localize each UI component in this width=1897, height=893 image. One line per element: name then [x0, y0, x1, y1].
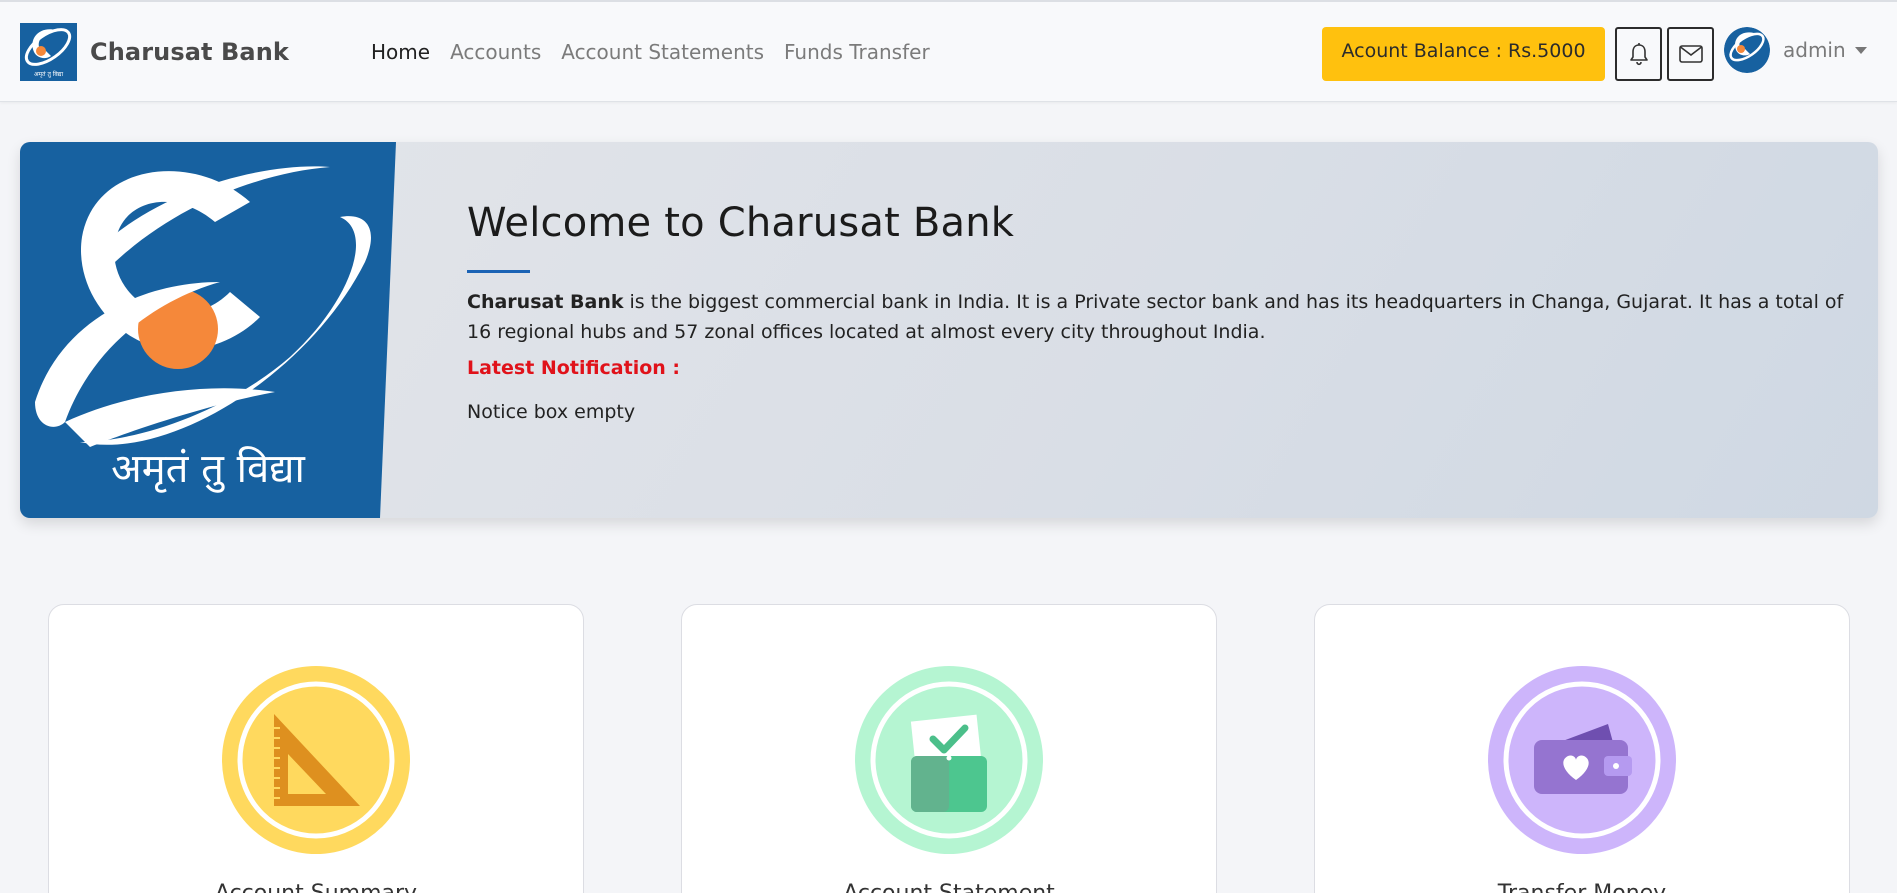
card-title: Account Summary: [49, 881, 583, 893]
user-dropdown[interactable]: admin: [1724, 27, 1867, 73]
account-statement-card[interactable]: Account Statement: [681, 604, 1217, 893]
latest-notification-label: Latest Notification :: [467, 357, 681, 379]
nav-link-funds-transfer[interactable]: Funds Transfer: [784, 40, 930, 64]
wallet-heart-icon: [1488, 666, 1676, 854]
chevron-down-icon: [1854, 46, 1867, 54]
account-summary-card[interactable]: Account Summary: [48, 604, 584, 893]
nav-link-home[interactable]: Home: [371, 40, 430, 64]
bank-description: Charusat Bank is the biggest commercial …: [467, 287, 1847, 347]
card-title: Transfer Money: [1315, 881, 1849, 893]
svg-text:अमृतं तु विद्या: अमृतं तु विद्या: [111, 446, 305, 493]
bank-description-text: is the biggest commercial bank in India.…: [467, 291, 1844, 343]
bell-icon: [1629, 43, 1648, 66]
brand-link[interactable]: अमृतं तु विद्या Charusat Bank: [20, 23, 289, 81]
notifications-button[interactable]: [1615, 27, 1662, 81]
nav-link-account-statements[interactable]: Account Statements: [561, 40, 764, 64]
bank-emblem-icon: अमृतं तु विद्या: [20, 142, 396, 518]
card-title: Account Statement: [682, 881, 1216, 893]
transfer-money-card[interactable]: Transfer Money: [1314, 604, 1850, 893]
svg-text:अमृतं तु विद्या: अमृतं तु विद्या: [34, 70, 63, 78]
brand-name: Charusat Bank: [90, 38, 289, 66]
wallet-check-icon: [855, 666, 1043, 854]
top-navbar: अमृतं तु विद्या Charusat Bank Home Accou…: [0, 0, 1897, 102]
main-nav: Home Accounts Account Statements Funds T…: [371, 40, 930, 64]
title-divider: [467, 270, 530, 273]
account-balance-button[interactable]: Acount Balance : Rs.5000: [1322, 27, 1605, 81]
user-name: admin: [1783, 38, 1846, 62]
set-square-icon: [222, 666, 410, 854]
messages-button[interactable]: [1667, 27, 1714, 81]
avatar: [1724, 27, 1770, 73]
envelope-icon: [1678, 45, 1703, 63]
bank-logo-icon: अमृतं तु विद्या: [20, 23, 77, 81]
page-title: Welcome to Charusat Bank: [467, 200, 1015, 246]
bank-name-bold: Charusat Bank: [467, 291, 624, 313]
notification-text: Notice box empty: [467, 401, 636, 423]
nav-link-accounts[interactable]: Accounts: [450, 40, 541, 64]
welcome-content: Welcome to Charusat Bank Charusat Bank i…: [467, 200, 1847, 423]
welcome-banner: अमृतं तु विद्या Welcome to Charusat Bank…: [20, 142, 1878, 518]
